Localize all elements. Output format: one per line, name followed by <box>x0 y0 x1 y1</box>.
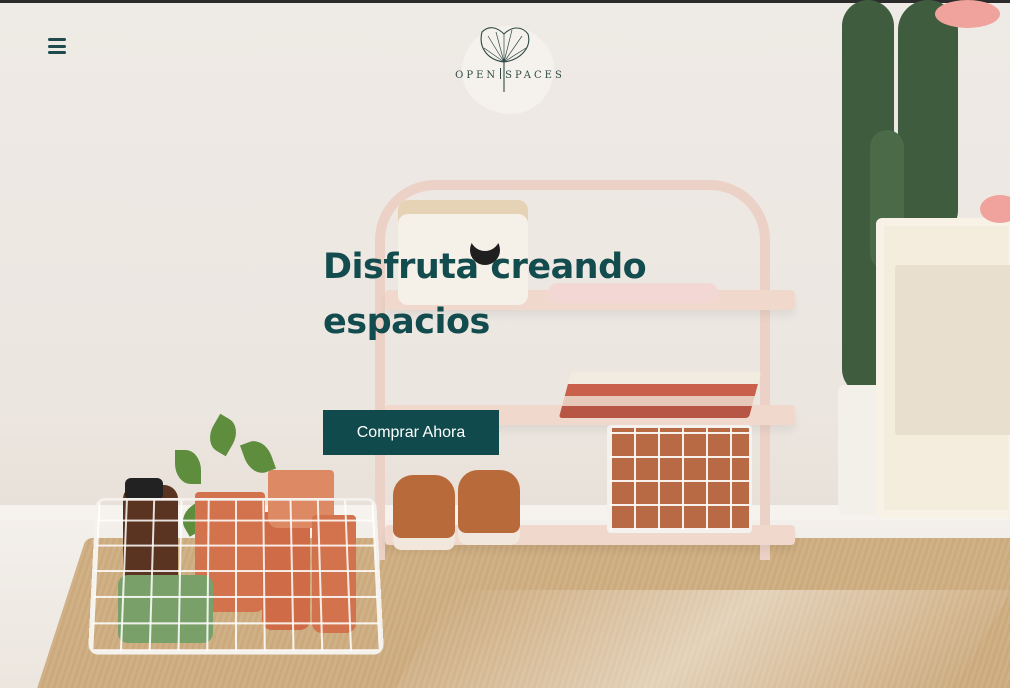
wire-basket-floor <box>87 497 385 655</box>
ginkgo-leaf-icon <box>480 27 530 92</box>
logo-word-left: OPEN <box>455 70 499 81</box>
menu-line <box>48 38 66 41</box>
sunlight-patch <box>388 590 1010 688</box>
logo-word-right: SPACES <box>505 70 565 81</box>
site-logo[interactable]: OPEN SPACES <box>440 24 580 116</box>
menu-line <box>48 44 66 48</box>
sneaker-left <box>393 475 455 550</box>
logo-wordmark: OPEN SPACES <box>440 68 580 81</box>
pink-vase <box>935 0 1000 28</box>
hamburger-menu-icon[interactable] <box>48 38 66 54</box>
shop-now-button[interactable]: Comprar Ahora <box>323 410 499 455</box>
hero-section: OPEN SPACES Disfruta creando espacios Com… <box>0 0 1010 688</box>
headline-line-1: Disfruta creando <box>323 247 647 287</box>
book-stack <box>558 372 762 418</box>
plant-leaf <box>203 413 243 457</box>
wire-basket-shelf <box>607 425 752 533</box>
plant-leaf <box>175 450 201 484</box>
headline-line-2: espacios <box>323 302 490 342</box>
hero-headline: Disfruta creando espacios <box>323 240 683 350</box>
spray-nozzle <box>125 478 163 500</box>
cactus-stem <box>898 0 958 240</box>
cabinet-shelf <box>895 265 1010 435</box>
menu-line <box>48 51 66 54</box>
sneaker-right <box>458 470 520 545</box>
